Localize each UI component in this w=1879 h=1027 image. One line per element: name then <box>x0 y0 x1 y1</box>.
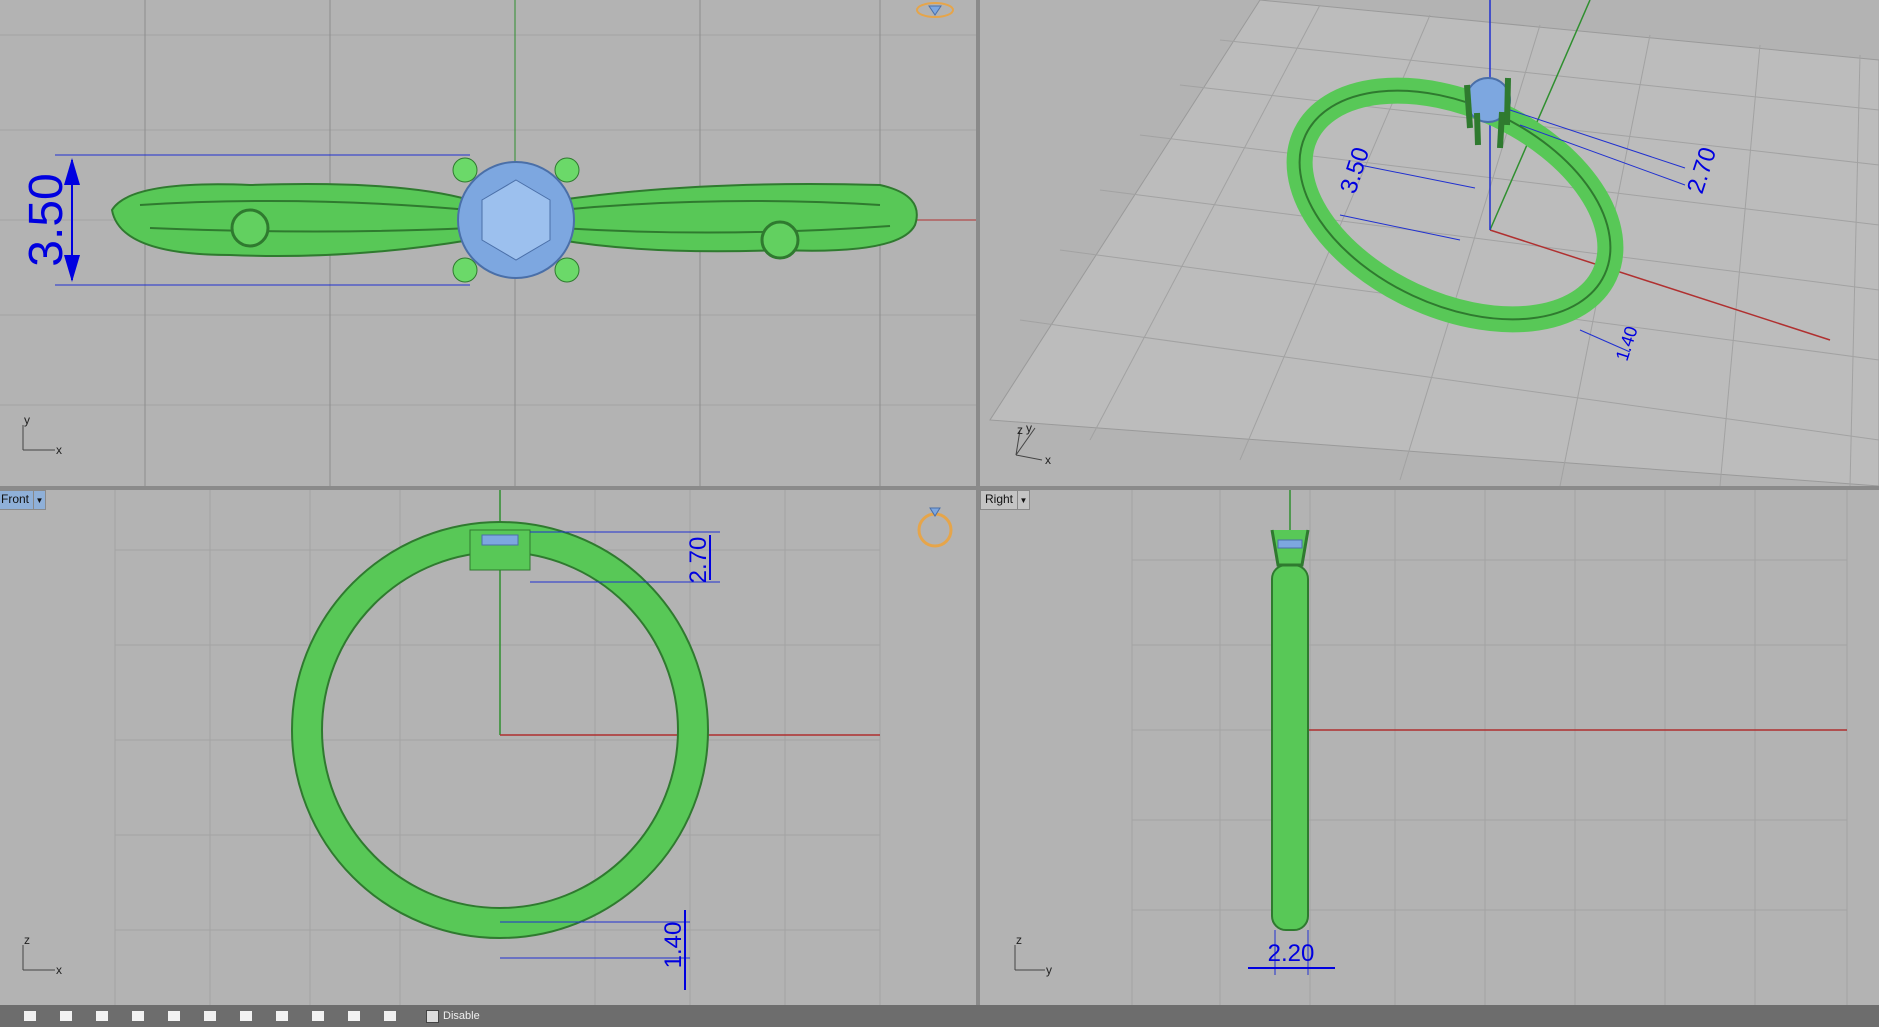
snap-checkbox[interactable] <box>204 1011 216 1021</box>
viewport-right[interactable]: 2.20 y z Right ▼ <box>980 490 1879 1005</box>
disable-toggle[interactable]: Disable <box>426 1009 480 1023</box>
snap-checkbox[interactable] <box>348 1011 360 1021</box>
branch-knot-right <box>760 220 800 260</box>
snap-checkbox[interactable] <box>132 1011 144 1021</box>
snap-checkbox[interactable] <box>168 1011 180 1021</box>
viewport-front[interactable]: 2.70 1.40 x z Front ▼ <box>0 490 976 1005</box>
gemstone[interactable] <box>1277 539 1303 549</box>
svg-text:x: x <box>1045 453 1051 467</box>
branch-knot-left <box>230 208 270 248</box>
snap-checkbox[interactable] <box>276 1011 288 1021</box>
right-view-canvas[interactable]: 2.20 y z <box>980 490 1879 1005</box>
prong-3 <box>452 257 478 283</box>
dimension-right-bottom[interactable]: 2.20 <box>1248 930 1335 975</box>
axis-indicator-top: x y <box>22 413 62 457</box>
svg-text:z: z <box>24 933 30 947</box>
chevron-down-icon[interactable]: ▼ <box>33 491 45 509</box>
svg-text:y: y <box>1046 963 1052 977</box>
disable-checkbox[interactable] <box>426 1009 439 1023</box>
svg-text:x: x <box>56 963 62 977</box>
viewport-label-front[interactable]: Front ▼ <box>0 490 47 510</box>
disable-label: Disable <box>443 1010 480 1022</box>
viewport-name[interactable]: Right <box>981 491 1017 509</box>
svg-text:z: z <box>1016 933 1022 947</box>
svg-text:y: y <box>24 413 30 427</box>
snap-checkbox[interactable] <box>384 1011 396 1021</box>
axis-indicator-front: x z <box>22 933 62 977</box>
axis-indicator-right: y z <box>1014 933 1052 977</box>
diamond-icon[interactable] <box>916 2 954 18</box>
svg-text:1.40: 1.40 <box>660 922 687 969</box>
chevron-down-icon[interactable]: ▼ <box>1017 491 1029 509</box>
prong-4 <box>554 257 580 283</box>
perspective-view-canvas[interactable]: 3.50 2.70 1.40 x y z <box>980 0 1879 486</box>
snap-checkbox[interactable] <box>24 1011 36 1021</box>
snap-checkbox[interactable] <box>60 1011 72 1021</box>
front-view-canvas[interactable]: 2.70 1.40 x z <box>0 490 976 1005</box>
svg-text:x: x <box>56 443 62 457</box>
dimension-text-top: 3.50 <box>20 173 73 266</box>
svg-text:2.70: 2.70 <box>685 537 712 584</box>
viewport-perspective[interactable]: 3.50 2.70 1.40 x y z <box>980 0 1879 486</box>
viewport-label-right[interactable]: Right ▼ <box>980 490 1031 510</box>
osnap-statusbar: Disable <box>0 1005 1879 1027</box>
viewport-name[interactable]: Front <box>0 491 33 509</box>
perspective-grid-plane <box>989 0 1879 486</box>
prong-1 <box>452 157 478 183</box>
svg-text:2.20: 2.20 <box>1268 940 1315 967</box>
axis-indicator-perspective: x y z <box>1015 421 1051 467</box>
snap-checkbox[interactable] <box>240 1011 252 1021</box>
svg-text:z: z <box>1017 423 1023 437</box>
gemstone[interactable] <box>481 534 519 546</box>
prong-2 <box>554 157 580 183</box>
svg-text:y: y <box>1026 421 1032 435</box>
snap-checkbox[interactable] <box>96 1011 108 1021</box>
grid-minor <box>1131 490 1848 1005</box>
top-view-canvas[interactable]: 3.50 x y <box>0 0 976 486</box>
ring-band-side[interactable] <box>1271 564 1309 931</box>
viewport-top[interactable]: 3.50 x y <box>0 0 976 486</box>
snap-checkbox[interactable] <box>312 1011 324 1021</box>
ring-icon[interactable] <box>917 507 953 548</box>
